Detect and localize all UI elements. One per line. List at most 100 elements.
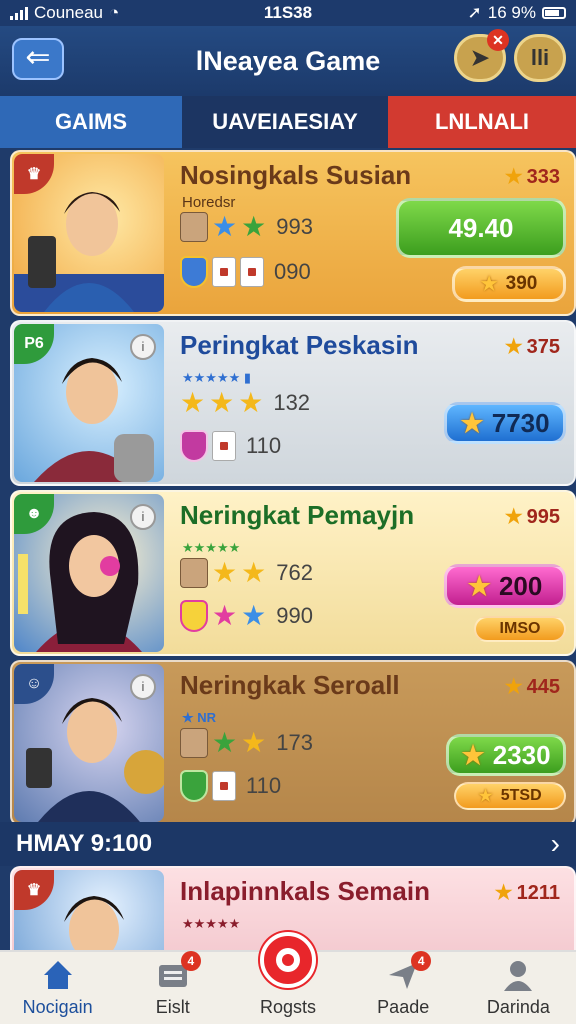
back-button[interactable]: ⇐: [12, 38, 64, 80]
stats-row: ★ ★ 993: [180, 212, 313, 242]
score-number: 333: [526, 166, 560, 188]
star-icon: ★: [212, 211, 238, 242]
stat-value: 762: [276, 560, 313, 585]
rating-label: ★ NR: [182, 710, 217, 725]
nav-item-paade[interactable]: 4 Paade: [346, 951, 461, 1024]
section-title: HMAY 9:100: [16, 830, 153, 857]
character-avatar: ♛: [14, 154, 164, 312]
rating-stars-icon: ★★★★★: [182, 540, 241, 555]
star-icon: ★: [241, 557, 267, 588]
stats-row: 110: [180, 770, 281, 802]
compass-icon: ➤: [470, 45, 490, 70]
secondary-value: 5TSD: [500, 787, 542, 804]
game-card[interactable]: ♛ Nosingkals Susian ★ 333 Horedsr ★ ★ 993…: [10, 150, 576, 316]
nav-item-list[interactable]: 4 Eislt: [115, 951, 230, 1024]
primary-action-button[interactable]: ★ 7730: [444, 402, 566, 444]
signal-icon: [10, 6, 28, 20]
character-avatar: P6 i: [14, 324, 164, 482]
star-icon: ★: [504, 166, 523, 188]
chevron-right-icon[interactable]: ›: [551, 828, 560, 860]
score-value: ★ 445: [505, 674, 560, 699]
score-number: 375: [526, 336, 560, 358]
close-icon[interactable]: ✕: [487, 29, 509, 51]
star-icon: ★: [212, 727, 238, 758]
target-icon: [260, 932, 316, 988]
score-value: ★ 1211: [495, 880, 560, 905]
stats-row: ★ ★ 173: [180, 728, 313, 758]
star-icon: ★: [241, 211, 267, 242]
button-value: 2330: [492, 739, 551, 770]
card-title: Neringkak Seroall: [180, 670, 400, 700]
stat-value: 110: [246, 433, 282, 458]
nav-item-home[interactable]: Nocigain: [0, 952, 115, 1024]
secondary-action-button[interactable]: ★ 5TSD: [454, 782, 566, 810]
game-card[interactable]: P6 i Peringkat Peskasin ★ 375 ★★★★★ ▮ ★ ★…: [10, 320, 576, 486]
rating-text: NR: [197, 710, 217, 725]
secondary-value: 390: [505, 273, 538, 294]
star-icon: ★: [504, 336, 523, 358]
header-actions: ➤ ✕ lli: [454, 29, 566, 82]
location-icon: ➚: [467, 3, 482, 22]
primary-action-button[interactable]: ★ 2330: [446, 734, 566, 776]
nav-label: Nocigain: [22, 997, 93, 1017]
rating-stars-icon: ★★★★★ ▮: [182, 370, 252, 385]
star-icon: ★: [504, 506, 523, 528]
game-card[interactable]: ☻ i Neringkat Pemayjn ★ 995 ★★★★★ ★ ★ 762…: [10, 490, 576, 656]
nav-label: Darinda: [486, 997, 550, 1017]
nav-item-profile[interactable]: Darinda: [461, 952, 576, 1024]
card-title: Peringkat Peskasin: [180, 330, 419, 360]
stat-value: 090: [274, 259, 311, 284]
carrier-label: Couneau: [34, 3, 104, 22]
star-icon: ★: [212, 557, 238, 588]
card-chip-icon: [212, 431, 236, 461]
star-icon: ★: [238, 387, 264, 418]
score-number: 445: [526, 676, 560, 698]
shield-icon: [180, 256, 208, 288]
badge-icon: [180, 430, 208, 462]
primary-action-button[interactable]: 49.40: [396, 198, 566, 258]
rating-stars-icon: ★★★★★: [182, 916, 241, 931]
score-value: ★ 375: [505, 334, 560, 359]
secondary-action-button[interactable]: ★ 390: [452, 266, 566, 302]
info-icon[interactable]: i: [130, 504, 156, 530]
status-left: Couneau ◔: [10, 3, 210, 23]
nav-item-rogsts[interactable]: Rogsts: [230, 932, 345, 1024]
info-icon[interactable]: i: [130, 334, 156, 360]
navigate-button[interactable]: ➤ ✕: [454, 29, 509, 82]
nav-label: Rogsts: [259, 997, 317, 1017]
section-header[interactable]: HMAY 9:100 ›: [0, 822, 576, 866]
shield-icon: [180, 600, 208, 632]
primary-action-button[interactable]: ★ 200: [444, 564, 566, 608]
stats-row: 110: [180, 430, 281, 462]
status-time: 11S38: [263, 3, 313, 22]
tab-lnlnali[interactable]: LNLNALI: [388, 96, 576, 148]
character-avatar: ☺ i: [14, 664, 164, 822]
card-title: Nosingkals Susian: [180, 160, 412, 190]
nav-label: Paade: [377, 997, 430, 1017]
battery-icon: [542, 7, 566, 19]
app-title: lNeayea Game: [195, 45, 381, 76]
nav-label: Eislt: [155, 997, 190, 1017]
card-title: Inlapinnkals Semain: [180, 876, 430, 906]
tab-games[interactable]: GAIMS: [0, 96, 182, 148]
secondary-action-button[interactable]: IMSO: [474, 616, 566, 642]
character-avatar: ☻ i: [14, 494, 164, 652]
send-icon: 4: [385, 951, 432, 993]
shield-icon: [180, 770, 208, 802]
star-icon: ★: [461, 739, 485, 770]
stats-button[interactable]: lli: [514, 34, 566, 82]
star-icon: ★: [494, 882, 513, 904]
app-header: ⇐ lNeayea Game ➤ ✕ lli: [0, 26, 576, 96]
star-icon: ★: [212, 600, 238, 631]
bottom-nav: Nocigain 4 Eislt Rogsts 4 Paade Darinda: [0, 932, 576, 1024]
card-chip-icon: [240, 257, 264, 287]
info-icon[interactable]: i: [130, 674, 156, 700]
card-title: Neringkat Pemayjn: [180, 500, 415, 530]
game-card[interactable]: ☺ i Neringkak Seroall ★ 445 ★ NR ★ ★ 173 …: [10, 660, 576, 826]
profile-icon: [500, 957, 536, 993]
star-icon: ★: [467, 570, 491, 601]
tab-uaveiaesiay[interactable]: UAVEIAESIAY: [182, 96, 388, 148]
battery-percent: 16 9%: [487, 3, 536, 22]
stat-value: 110: [246, 773, 282, 798]
mini-avatar-icon: [180, 212, 208, 242]
